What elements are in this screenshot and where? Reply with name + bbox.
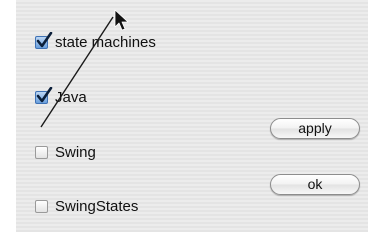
java-checkbox[interactable] bbox=[35, 86, 53, 104]
checkbox-row-swing[interactable]: Swing bbox=[35, 143, 96, 161]
swing-checkbox[interactable] bbox=[35, 145, 48, 159]
checkbox-row-java[interactable]: Java bbox=[35, 86, 87, 106]
checkbox-row-swingstates[interactable]: SwingStates bbox=[35, 197, 138, 215]
swing-label: Swing bbox=[55, 143, 96, 161]
java-label: Java bbox=[55, 88, 87, 106]
checkmark-icon bbox=[36, 86, 53, 102]
checkmark-icon bbox=[36, 31, 53, 47]
state-machines-checkbox[interactable] bbox=[35, 31, 53, 49]
swingstates-checkbox[interactable] bbox=[35, 199, 48, 213]
checkbox-row-state-machines[interactable]: state machines bbox=[35, 31, 156, 51]
state-machines-label: state machines bbox=[55, 33, 156, 51]
ok-button[interactable]: ok bbox=[270, 174, 360, 195]
apply-button[interactable]: apply bbox=[270, 118, 360, 139]
swingstates-label: SwingStates bbox=[55, 197, 139, 215]
